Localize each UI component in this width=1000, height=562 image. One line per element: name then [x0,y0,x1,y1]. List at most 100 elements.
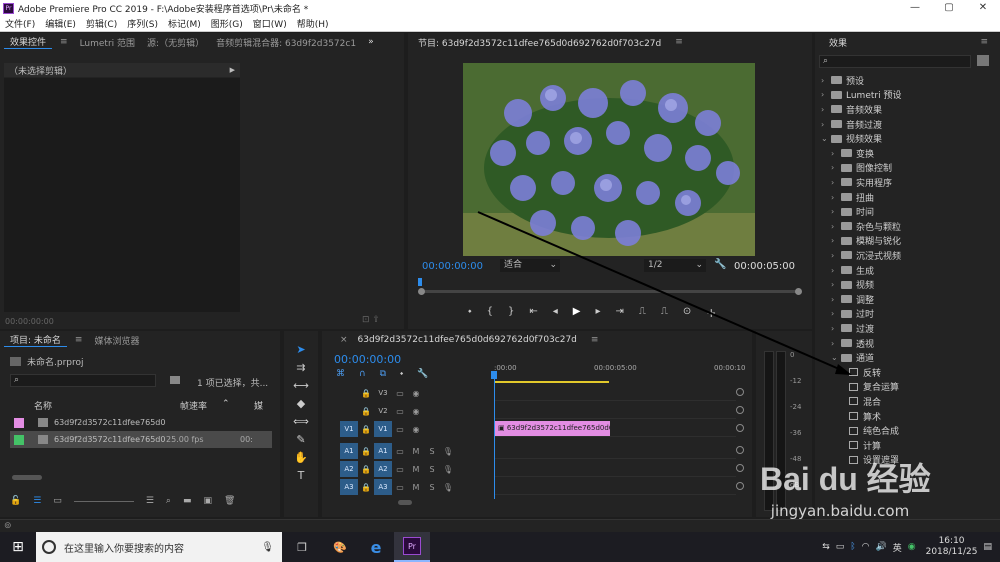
lift-icon[interactable]: ⎍ [639,306,646,320]
notification-icon[interactable]: ▤ [983,542,992,552]
minimize-button[interactable]: — [898,0,932,16]
effects-tree-item[interactable]: ⌄ 视频效果 [821,131,882,146]
marker-icon[interactable]: ⬩ [400,369,403,379]
selection-tool-icon[interactable]: ➤ [296,343,305,356]
edge-icon[interactable]: e [358,538,394,557]
track-lane[interactable]: ▣ 63d9f2d3572c11dfee765d0d692 [494,420,736,437]
linked-icon[interactable]: ⧉ [380,369,386,379]
sequence-tab[interactable]: 63d9f2d3572c11dfee765d0d692762d0f703c27d [352,335,583,345]
effects-tree-item[interactable]: › 音频过渡 [821,117,882,132]
scroll-handle[interactable] [736,406,744,414]
menu-item-1[interactable]: 编辑(E) [40,17,81,30]
track-select-icon[interactable]: ⇉ [296,361,305,374]
label-color-swatch[interactable] [14,434,24,445]
column-name[interactable]: 名称 [34,399,180,412]
effects-tree-item[interactable]: 计算 [821,438,881,453]
program-current-time[interactable]: 00:00:00:00 [422,261,483,272]
windows-start-icon[interactable]: ⊞ [0,539,36,555]
tab-source[interactable]: 源:（无剪辑） [141,36,210,49]
track-lane[interactable] [494,442,736,459]
track-lane[interactable] [494,384,736,401]
premiere-taskbar-icon[interactable]: Pr [394,532,430,562]
go-to-in-icon[interactable]: ⇤ [529,306,537,320]
scroll-handle[interactable] [736,482,744,490]
effects-tree-item[interactable]: › 时间 [821,204,874,219]
play-icon[interactable]: ▶ [230,66,235,74]
effects-tree-item[interactable]: › 视频 [821,277,874,292]
effects-tree-item[interactable]: › 实用程序 [821,175,892,190]
list-view-icon[interactable]: ☰ [33,496,41,506]
lock-icon[interactable]: 🔓 [10,496,21,506]
chevron-right-icon[interactable]: › [831,266,841,275]
timeline-clip[interactable]: ▣ 63d9f2d3572c11dfee765d0d692 [494,421,610,436]
sync-lock-icon[interactable]: ▭ [392,407,408,416]
lock-icon[interactable]: 🔒 [358,425,374,434]
eye-icon[interactable]: ◉ [408,425,424,434]
track-label-v2[interactable]: V2 [374,403,392,419]
menu-item-6[interactable]: 窗口(W) [248,17,292,30]
timeline-scrollbar[interactable] [398,500,412,505]
track-lane[interactable] [494,460,736,477]
effects-tree-item[interactable]: 复合运算 [821,380,899,395]
effects-search-input[interactable]: ⌕ [819,55,971,68]
scroll-handle[interactable] [736,424,744,432]
source-patch-v1[interactable]: V1 [340,421,358,437]
track-label-a1[interactable]: A1 [374,443,392,459]
lock-icon[interactable]: 🔒 [358,447,374,456]
go-to-out-icon[interactable]: ⇥ [616,306,624,320]
chevron-right-icon[interactable]: › [831,280,841,289]
solo-icon[interactable]: S [424,465,440,474]
effects-tree-item[interactable]: 反转 [821,365,881,380]
effects-tree-item[interactable]: › 杂色与颗粒 [821,219,901,234]
scroll-handle[interactable] [736,464,744,472]
effects-tree-item[interactable]: 纯色合成 [821,423,899,438]
volume-icon[interactable]: 🔊 [876,542,887,552]
effects-tree-item[interactable]: › 透视 [821,336,874,351]
close-icon[interactable]: × [340,335,352,345]
type-tool-icon[interactable]: T [298,469,305,482]
effects-tree-item[interactable]: › 调整 [821,292,874,307]
project-item-row[interactable]: 63d9f2d3572c11dfee765d0d 25.00 fps 00: [10,431,272,448]
snap-icon[interactable]: ∩ [359,369,366,379]
chevron-right-icon[interactable]: › [831,149,841,158]
chevron-right-icon[interactable]: › [821,105,831,114]
icon-view-icon[interactable]: ▭ [53,496,62,506]
trash-icon[interactable]: 🗑 [224,496,235,506]
sync-lock-icon[interactable]: ▭ [392,483,408,492]
lock-icon[interactable]: 🔒 [358,465,374,474]
track-label-a3[interactable]: A3 [374,479,392,495]
overflow-icon[interactable]: » [362,37,380,47]
chevron-right-icon[interactable]: › [821,90,831,99]
play-button[interactable]: ▶ [573,306,581,320]
app-paint-icon[interactable]: 🎨 [322,541,358,554]
microphone-icon[interactable]: 🎙 [440,483,456,492]
sort-menu-icon[interactable]: ☰ [146,496,154,506]
chevron-right-icon[interactable]: › [831,339,841,348]
mute-icon[interactable]: M [408,483,424,492]
effects-tree-item[interactable]: › Lumetri 预设 [821,88,901,103]
track-label-v1[interactable]: V1 [374,421,392,437]
effects-tree-item[interactable]: › 模糊与锐化 [821,234,901,249]
microphone-icon[interactable]: 🎙 [440,447,456,456]
lock-icon[interactable]: 🔒 [358,483,374,492]
menu-icon[interactable]: ≡ [69,335,89,345]
tab-effect-controls[interactable]: 效果控件 [4,35,53,49]
label-color-swatch[interactable] [14,417,24,428]
chevron-down-icon[interactable]: ⌄ [831,353,841,362]
source-patch-a3[interactable]: A3 [340,479,358,495]
tab-lumetri-scopes[interactable]: Lumetri 范围 [74,36,141,49]
effects-tree-item[interactable]: › 音频效果 [821,102,882,117]
new-item-icon[interactable]: ▣ [203,496,212,506]
effects-tree-item[interactable]: 算术 [821,409,881,424]
settings-wrench-icon[interactable]: 🔧 [417,369,428,379]
extract-icon[interactable]: ⎍ [661,306,668,320]
task-view-icon[interactable]: ❐ [282,541,322,554]
menu-item-3[interactable]: 序列(S) [122,17,163,30]
scroll-handle[interactable] [736,388,744,396]
ime-indicator[interactable]: 英 [893,541,902,554]
project-scrollbar[interactable] [12,475,42,480]
effects-title[interactable]: 效果 [823,36,853,49]
sync-lock-icon[interactable]: ▭ [392,465,408,474]
clock[interactable]: 16:10 2018/11/25 [926,536,978,558]
battery-icon[interactable]: ▭ [836,542,845,552]
